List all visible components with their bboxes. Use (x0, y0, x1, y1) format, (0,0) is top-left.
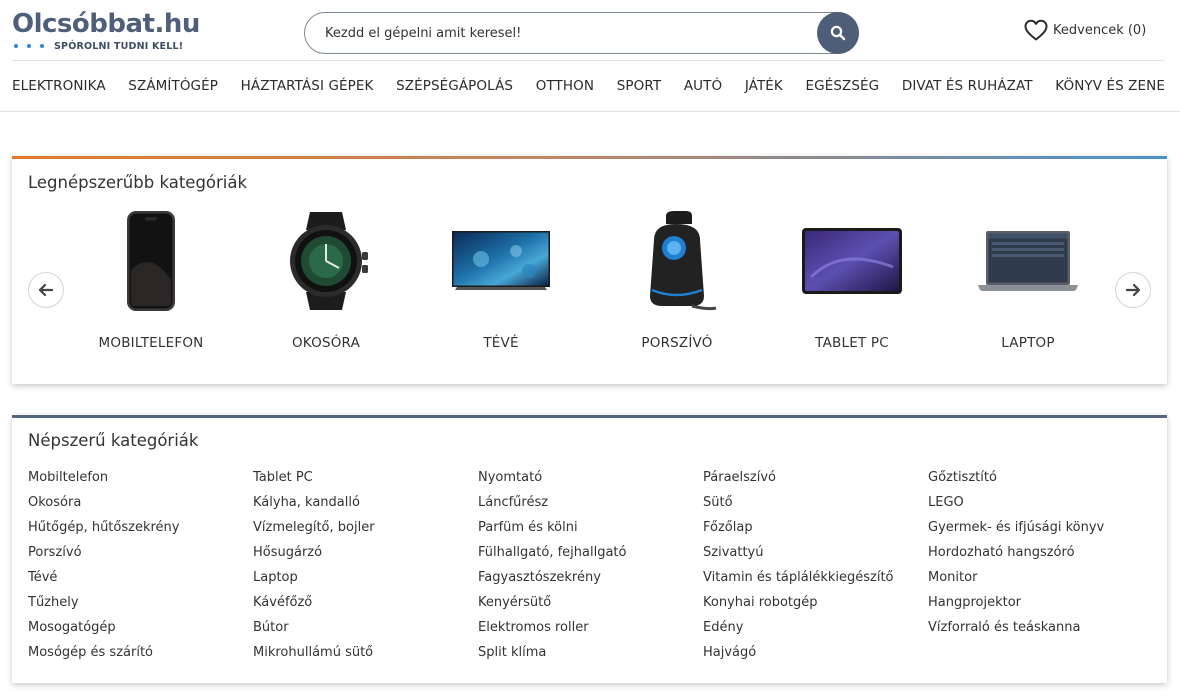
site-logo[interactable]: Olcsóbbat.hu SPÓROLNI TUDNI KELL! (12, 9, 202, 53)
nav-item-auto[interactable]: AUTÓ (684, 78, 722, 94)
carousel-prev-button[interactable] (28, 272, 64, 308)
card-accent-bar (12, 156, 1167, 159)
popular-category-link[interactable]: Tűzhely (28, 594, 253, 619)
main-nav: ELEKTRONIKA SZÁMÍTÓGÉP HÁZTARTÁSI GÉPEK … (12, 60, 1165, 111)
search-input[interactable] (325, 13, 805, 53)
popular-category-link[interactable]: Okosóra (28, 494, 253, 519)
popular-category-link[interactable]: Hősugárzó (253, 544, 478, 569)
popular-category-link[interactable]: Tablet PC (253, 469, 478, 494)
popular-category-link[interactable]: Sütő (703, 494, 928, 519)
popular-category-link[interactable]: Nyomtató (478, 469, 703, 494)
popular-category-link[interactable]: Bútor (253, 619, 478, 644)
nav-item-szepsegapolas[interactable]: SZÉPSÉGÁPOLÁS (396, 78, 513, 94)
category-porszivo[interactable]: PORSZÍVÓ (602, 206, 752, 351)
popular-category-link[interactable]: Vitamin és táplálékkiegészítő (703, 569, 928, 594)
tv-image (452, 231, 550, 290)
nav-item-konyv-es-zene[interactable]: KÖNYV ÉS ZENE (1055, 78, 1165, 94)
category-label: PORSZÍVÓ (641, 335, 713, 351)
popular-categories-card: Népszerű kategóriák Mobiltelefon Okosóra… (12, 415, 1167, 683)
popular-category-link[interactable]: Parfüm és kölni (478, 519, 703, 544)
search-bar (304, 12, 859, 54)
popular-category-link[interactable]: Kávéfőző (253, 594, 478, 619)
logo-slogan: SPÓROLNI TUDNI KELL! (54, 40, 184, 52)
popular-category-link[interactable]: Fagyasztószekrény (478, 569, 703, 594)
popular-category-link[interactable]: Edény (703, 619, 928, 644)
popular-column: Nyomtató Láncfűrész Parfüm és kölni Fülh… (478, 469, 703, 669)
category-okosora[interactable]: OKOSÓRA (251, 206, 401, 351)
popular-category-link[interactable]: Páraelszívó (703, 469, 928, 494)
popular-category-link[interactable]: Laptop (253, 569, 478, 594)
popular-categories-title: Népszerű kategóriák (28, 431, 199, 450)
nav-item-otthon[interactable]: OTTHON (536, 78, 594, 94)
nav-item-divat-es-ruhazat[interactable]: DIVAT ÉS RUHÁZAT (902, 78, 1033, 94)
category-label: MOBILTELEFON (98, 335, 204, 351)
favorites-link[interactable]: Kedvencek (0) (1023, 18, 1146, 42)
category-mobiltelefon[interactable]: MOBILTELEFON (76, 206, 226, 351)
category-laptop[interactable]: LAPTOP (953, 206, 1103, 351)
logo-title: Olcsóbbat.hu (12, 9, 200, 39)
top-categories-title: Legnépszerűbb kategóriák (28, 173, 248, 192)
popular-category-link[interactable]: Monitor (928, 569, 1153, 594)
smartwatch-image (290, 212, 368, 310)
popular-category-link[interactable]: Szivattyú (703, 544, 928, 569)
popular-category-link[interactable]: Konyhai robotgép (703, 594, 928, 619)
nav-item-sport[interactable]: SPORT (617, 78, 661, 94)
popular-column: Gőztisztító LEGO Gyermek- és ifjúsági kö… (928, 469, 1153, 669)
card-accent-bar (12, 415, 1167, 418)
popular-category-link[interactable]: Split klíma (478, 644, 703, 669)
popular-category-link[interactable]: Elektromos roller (478, 619, 703, 644)
nav-item-szamitogep[interactable]: SZÁMÍTÓGÉP (128, 78, 218, 94)
category-label: TÉVÉ (483, 335, 519, 351)
top-categories-card: Legnépszerűbb kategóriák MOBILTELEFON OK… (12, 156, 1167, 384)
category-label: TABLET PC (815, 335, 889, 351)
search-button[interactable] (817, 12, 859, 54)
arrow-right-icon (1126, 284, 1140, 296)
category-teve[interactable]: TÉVÉ (426, 206, 576, 351)
category-tablet-pc[interactable]: TABLET PC (777, 206, 927, 351)
nav-item-jatek[interactable]: JÁTÉK (745, 78, 783, 94)
popular-category-link[interactable]: Kenyérsütő (478, 594, 703, 619)
nav-item-haztartasi-gepek[interactable]: HÁZTARTÁSI GÉPEK (241, 78, 374, 94)
popular-categories-grid: Mobiltelefon Okosóra Hűtőgép, hűtőszekré… (28, 469, 1153, 669)
popular-category-link[interactable]: Mobiltelefon (28, 469, 253, 494)
popular-category-link[interactable]: Mikrohullámú sütő (253, 644, 478, 669)
popular-category-link[interactable]: Főzőlap (703, 519, 928, 544)
popular-category-link[interactable]: Mosógép és szárító (28, 644, 253, 669)
header: Olcsóbbat.hu SPÓROLNI TUDNI KELL! Kedven… (0, 0, 1180, 60)
category-label: LAPTOP (1001, 335, 1055, 351)
popular-category-link[interactable]: Tévé (28, 569, 253, 594)
search-icon (830, 25, 846, 41)
popular-column: Mobiltelefon Okosóra Hűtőgép, hűtőszekré… (28, 469, 253, 669)
logo-dots (14, 44, 44, 48)
popular-category-link[interactable]: Vízforraló és teáskanna (928, 619, 1153, 644)
tablet-image (802, 228, 902, 294)
popular-column: Tablet PC Kályha, kandalló Vízmelegítő, … (253, 469, 478, 669)
popular-category-link[interactable]: Hangprojektor (928, 594, 1153, 619)
popular-category-link[interactable]: Mosogatógép (28, 619, 253, 644)
nav-item-egeszseg[interactable]: EGÉSZSÉG (806, 78, 880, 94)
popular-category-link[interactable]: Vízmelegítő, bojler (253, 519, 478, 544)
nav-item-elektronika[interactable]: ELEKTRONIKA (12, 78, 106, 94)
laptop-image (978, 231, 1078, 291)
carousel-next-button[interactable] (1115, 272, 1151, 308)
popular-category-link[interactable]: Láncfűrész (478, 494, 703, 519)
popular-category-link[interactable]: Gyermek- és ifjúsági könyv (928, 519, 1153, 544)
popular-column: Páraelszívó Sütő Főzőlap Szivattyú Vitam… (703, 469, 928, 669)
arrow-left-icon (39, 284, 53, 296)
vacuum-image (650, 211, 717, 311)
popular-category-link[interactable]: Gőztisztító (928, 469, 1153, 494)
nav-divider (0, 111, 1180, 112)
favorites-label: Kedvencek (0) (1053, 22, 1147, 38)
heart-icon (1024, 19, 1048, 41)
smartphone-image (127, 211, 175, 311)
popular-category-link[interactable]: Hűtőgép, hűtőszekrény (28, 519, 253, 544)
popular-category-link[interactable]: Fülhallgató, fejhallgató (478, 544, 703, 569)
popular-category-link[interactable]: LEGO (928, 494, 1153, 519)
popular-category-link[interactable]: Hajvágó (703, 644, 928, 669)
popular-category-link[interactable]: Hordozható hangszóró (928, 544, 1153, 569)
popular-category-link[interactable]: Porszívó (28, 544, 253, 569)
popular-category-link[interactable]: Kályha, kandalló (253, 494, 478, 519)
category-label: OKOSÓRA (291, 335, 361, 351)
